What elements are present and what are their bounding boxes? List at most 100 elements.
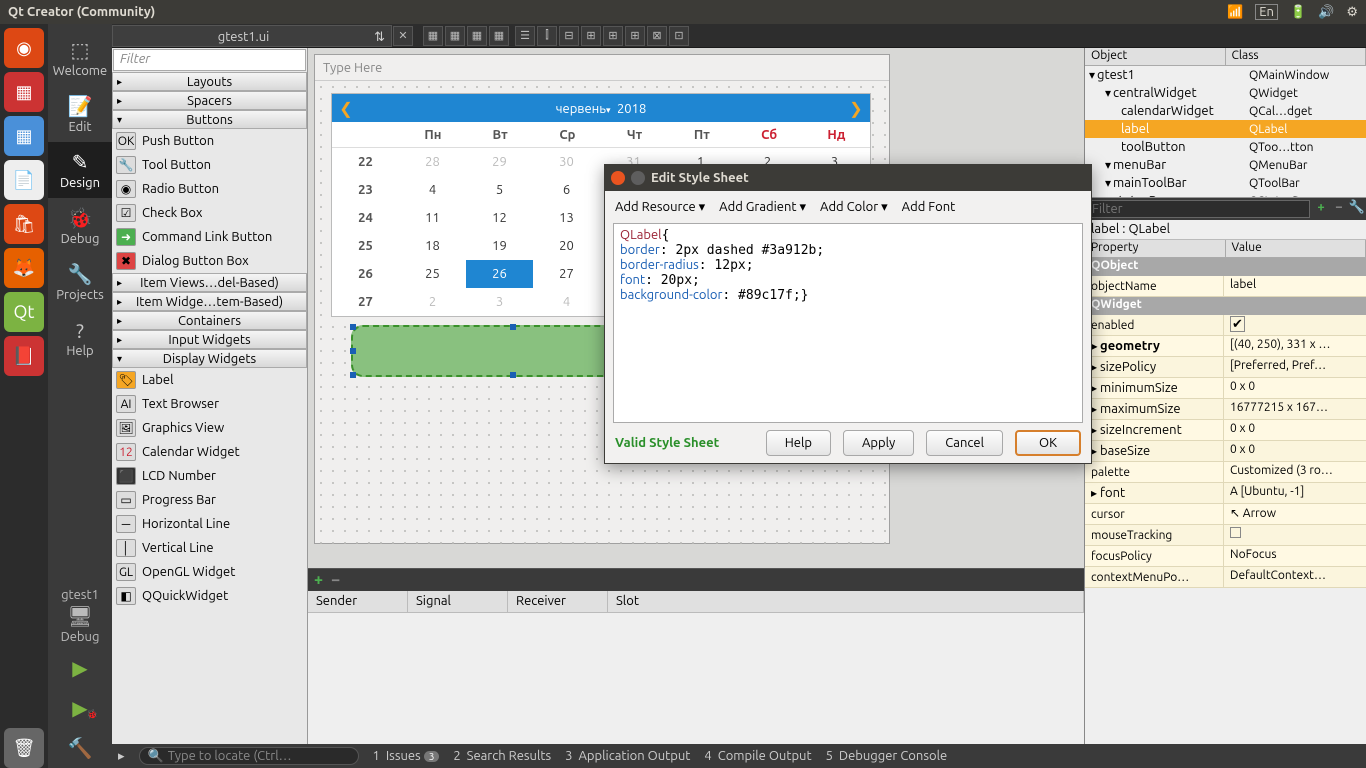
prop-enabled[interactable]: enabled✔: [1085, 315, 1366, 336]
group-itemviews[interactable]: ▸Item Views…del-Based): [112, 273, 307, 292]
widget-lcd[interactable]: ⬛LCD Number: [112, 464, 307, 488]
widget-radio-button[interactable]: ◉Radio Button: [112, 177, 307, 201]
cal-cell[interactable]: 27: [533, 260, 600, 288]
pane-debugcon[interactable]: 5 Debugger Console: [826, 749, 948, 763]
sigslot-remove-icon[interactable]: −: [331, 571, 340, 589]
group-containers[interactable]: ▸Containers: [112, 311, 307, 330]
objtree-hdr-object[interactable]: Object: [1085, 48, 1226, 65]
prop-maximumsize[interactable]: ▸ maximumSize16777215 x 167…: [1085, 399, 1366, 420]
break-layout-icon[interactable]: ⊠: [647, 26, 667, 46]
lang-indicator[interactable]: En: [1255, 4, 1278, 20]
edit-signals-icon[interactable]: ▦: [445, 26, 465, 46]
widget-push-button[interactable]: OKPush Button: [112, 129, 307, 153]
mode-help[interactable]: ?Help: [48, 310, 112, 366]
cal-cell[interactable]: 26: [466, 260, 533, 288]
cal-cell[interactable]: 4: [399, 176, 466, 204]
widget-qquick[interactable]: ◧QQuickWidget: [112, 584, 307, 608]
dialog-minimize-icon[interactable]: [631, 171, 645, 185]
cal-cell[interactable]: 20: [533, 232, 600, 260]
build-button[interactable]: 🔨: [48, 728, 112, 768]
cal-cell[interactable]: 6: [533, 176, 600, 204]
cal-cell[interactable]: 12: [466, 204, 533, 232]
widget-tool-button[interactable]: 🔧Tool Button: [112, 153, 307, 177]
mode-edit[interactable]: 📝Edit: [48, 86, 112, 142]
property-remove-icon[interactable]: −: [1330, 200, 1348, 218]
bottombar-expand-icon[interactable]: ▸: [118, 749, 125, 764]
cal-cell[interactable]: 5: [466, 176, 533, 204]
launcher-app-4[interactable]: 🛍: [4, 204, 44, 244]
widget-hline[interactable]: ─Horizontal Line: [112, 512, 307, 536]
widget-graphics-view[interactable]: 🖼Graphics View: [112, 416, 307, 440]
cancel-button[interactable]: Cancel: [926, 430, 1003, 456]
property-tool-icon[interactable]: 🔧: [1348, 200, 1366, 218]
pane-search[interactable]: 2 Search Results: [453, 749, 551, 763]
prop-objectname[interactable]: objectNamelabel: [1085, 276, 1366, 297]
cal-next-icon[interactable]: ❯: [842, 99, 870, 118]
hsplit-icon[interactable]: ⊟: [559, 26, 579, 46]
pane-compile[interactable]: 4 Compile Output: [704, 749, 811, 763]
form-icon[interactable]: ⊞: [625, 26, 645, 46]
widget-vline[interactable]: │Vertical Line: [112, 536, 307, 560]
firefox-icon[interactable]: 🦊: [4, 248, 44, 288]
mode-debug[interactable]: 🐞Debug: [48, 198, 112, 254]
dialog-titlebar[interactable]: Edit Style Sheet: [605, 165, 1091, 191]
widget-opengl[interactable]: GLOpenGL Widget: [112, 560, 307, 584]
objtree-row[interactable]: ▾ mainToolBarQToolBar: [1085, 174, 1366, 192]
sigslot-hdr-signal[interactable]: Signal: [408, 591, 508, 612]
prop-contextmenupolicy[interactable]: contextMenuPo…DefaultContext…: [1085, 567, 1366, 588]
run-button[interactable]: ▶: [48, 648, 112, 688]
ok-button[interactable]: OK: [1015, 430, 1081, 456]
prop-minimumsize[interactable]: ▸ minimumSize0 x 0: [1085, 378, 1366, 399]
mode-projects[interactable]: 🔧Projects: [48, 254, 112, 310]
cal-prev-icon[interactable]: ❮: [332, 99, 360, 118]
group-spacers[interactable]: ▸Spacers: [112, 91, 307, 110]
add-font-button[interactable]: Add Font: [902, 200, 956, 214]
apply-button[interactable]: Apply: [843, 430, 914, 456]
launcher-app-2[interactable]: ▦: [4, 116, 44, 156]
battery-icon[interactable]: 🔋: [1290, 5, 1306, 20]
trash-icon[interactable]: 🗑: [4, 728, 44, 768]
add-resource-dropdown[interactable]: Add Resource ▾: [615, 200, 705, 215]
locator-input[interactable]: 🔍Type to locate (Ctrl…: [139, 747, 359, 765]
objtree-row[interactable]: toolButtonQToo…tton: [1085, 138, 1366, 156]
mode-design[interactable]: ✎Design: [48, 142, 112, 198]
vlayout-icon[interactable]: ⫿: [537, 26, 557, 46]
wifi-icon[interactable]: 📶: [1227, 5, 1243, 20]
objtree-hdr-class[interactable]: Class: [1226, 48, 1366, 65]
run-debug-button[interactable]: ▶🐞: [48, 688, 112, 728]
stylesheet-editor[interactable]: QLabel{border: 2px dashed #3a912b;border…: [613, 223, 1083, 423]
prop-focuspolicy[interactable]: focusPolicyNoFocus: [1085, 546, 1366, 567]
prop-sizepolicy[interactable]: ▸ sizePolicy[Preferred, Pref…: [1085, 357, 1366, 378]
ubuntu-dash-icon[interactable]: ◉: [4, 28, 44, 68]
objtree-row[interactable]: calendarWidgetQCal…dget: [1085, 102, 1366, 120]
prop-palette[interactable]: paletteCustomized (3 ro…: [1085, 462, 1366, 483]
propgroup-qobject[interactable]: QObject: [1085, 258, 1366, 276]
widget-text-browser[interactable]: AIText Browser: [112, 392, 307, 416]
grid-icon[interactable]: ⊞: [603, 26, 623, 46]
widgetbox-filter[interactable]: Filter: [113, 49, 306, 71]
edit-taborder-icon[interactable]: ▦: [489, 26, 509, 46]
kit-selector[interactable]: gtest1 🖥 Debug: [61, 584, 100, 648]
prop-mousetracking[interactable]: mouseTracking: [1085, 525, 1366, 546]
dialog-close-icon[interactable]: [611, 171, 625, 185]
group-layouts[interactable]: ▸Layouts: [112, 72, 307, 91]
objtree-row[interactable]: ▾ gtest1QMainWindow: [1085, 66, 1366, 84]
prop-hdr-name[interactable]: Property: [1085, 240, 1226, 257]
prop-geometry[interactable]: ▸ geometry[(40, 250), 331 x …: [1085, 336, 1366, 357]
propgroup-qwidget[interactable]: QWidget: [1085, 297, 1366, 315]
sigslot-hdr-sender[interactable]: Sender: [308, 591, 408, 612]
property-filter-input[interactable]: [1087, 200, 1310, 218]
open-file-combo[interactable]: gtest1.ui ⇅: [112, 25, 392, 47]
group-inputwidgets[interactable]: ▸Input Widgets: [112, 330, 307, 349]
cal-cell[interactable]: 13: [533, 204, 600, 232]
cal-cell[interactable]: 2: [399, 288, 466, 316]
cal-cell[interactable]: 25: [399, 260, 466, 288]
widget-dialog-button-box[interactable]: ✖Dialog Button Box: [112, 249, 307, 273]
prop-basesize[interactable]: ▸ baseSize0 x 0: [1085, 441, 1366, 462]
menubar-placeholder[interactable]: Type Here: [315, 55, 889, 81]
sigslot-hdr-slot[interactable]: Slot: [608, 591, 1084, 612]
widget-check-box[interactable]: ☑Check Box: [112, 201, 307, 225]
cal-cell[interactable]: 19: [466, 232, 533, 260]
objtree-row[interactable]: ▾ menuBarQMenuBar: [1085, 156, 1366, 174]
pane-appout[interactable]: 3 Application Output: [565, 749, 690, 763]
